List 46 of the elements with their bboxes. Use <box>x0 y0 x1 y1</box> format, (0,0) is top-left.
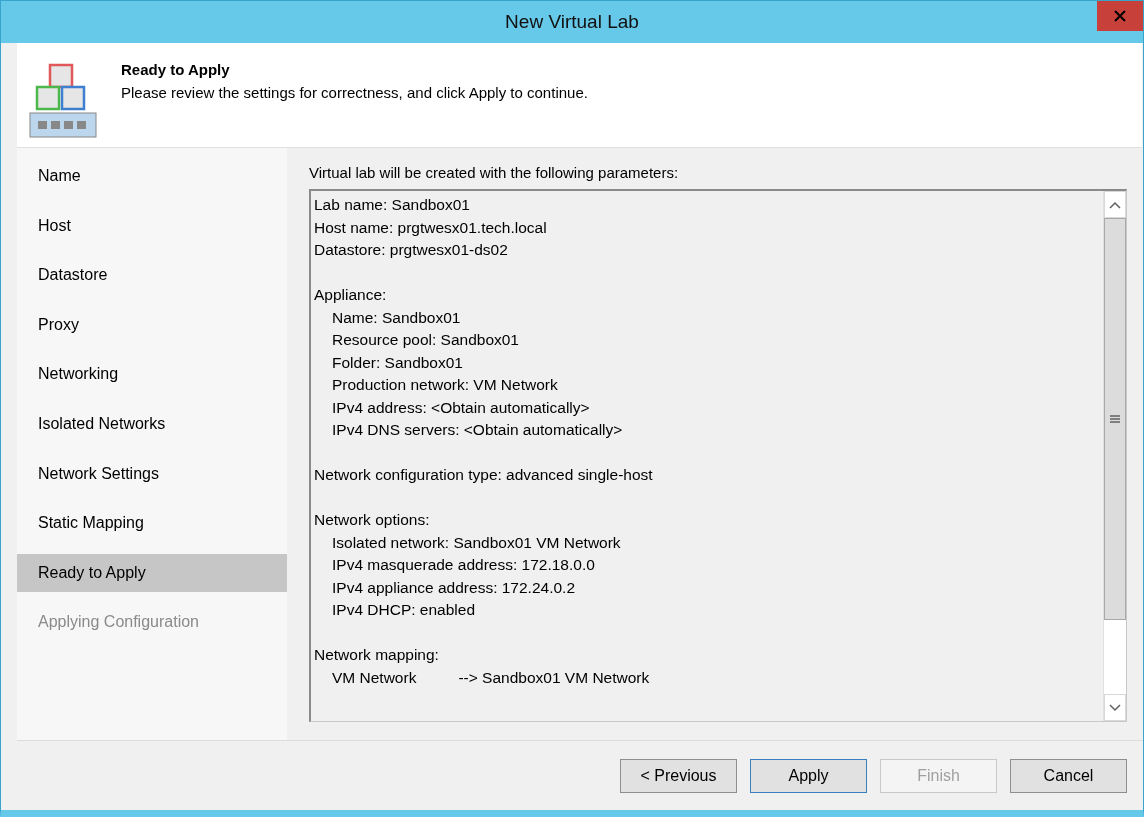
chevron-up-icon <box>1109 200 1121 209</box>
summary-line: Appliance: <box>314 285 387 305</box>
summary-line: Folder: Sandbox01 <box>332 352 463 373</box>
summary-line: Isolated network: Sandbox01 VM Network <box>332 532 621 553</box>
summary-line: Name: Sandbox01 <box>332 307 461 328</box>
vertical-scrollbar[interactable] <box>1103 191 1126 721</box>
step-item[interactable]: Datastore <box>17 256 287 295</box>
summary-line: Network options: <box>314 510 430 530</box>
dialog-button[interactable]: < Previous <box>620 758 737 793</box>
summary-line: Production network: VM Network <box>332 375 558 395</box>
summary-line: IPv4 address: <Obtain automatically> <box>332 397 590 418</box>
step-title: Ready to Apply <box>121 61 231 78</box>
blocks-icon <box>29 63 99 139</box>
scroll-up-button[interactable] <box>1104 191 1126 218</box>
scroll-down-button[interactable] <box>1104 694 1126 721</box>
summary-line: IPv4 DNS servers: <Obtain automatically> <box>332 420 623 440</box>
step-item[interactable]: Ready to Apply <box>17 553 287 592</box>
step-item[interactable]: Host <box>17 206 287 245</box>
step-item[interactable]: Network Settings <box>17 454 287 493</box>
summary-line: IPv4 DHCP: enabled <box>332 600 476 620</box>
summary-caption: Virtual lab will be created with the following parameters: <box>309 164 680 181</box>
summary-line: Network configuration type: advanced single-host <box>314 465 653 485</box>
summary-line: Resource pool: Sandbox01 <box>332 330 519 350</box>
grip-icon <box>1110 415 1120 423</box>
dialog-button[interactable]: Apply <box>750 758 867 793</box>
step-item[interactable]: Networking <box>17 355 287 394</box>
summary-text-box[interactable] <box>309 189 1127 722</box>
summary-line: Lab name: Sandbox01 <box>314 195 470 215</box>
summary-line: IPv4 appliance address: 172.24.0.2 <box>332 577 575 598</box>
step-item[interactable]: Isolated Networks <box>17 404 287 443</box>
step-description: Please review the settings for correctness, and click Apply to continue. <box>121 84 588 101</box>
step-item[interactable]: Proxy <box>17 305 287 344</box>
scroll-thumb[interactable] <box>1104 218 1126 620</box>
summary-line: Network mapping: <box>314 645 439 665</box>
mapping-target: --> Sandbox01 VM Network <box>458 667 650 688</box>
step-item[interactable]: Static Mapping <box>17 504 287 543</box>
window-title: New Virtual Lab <box>505 11 639 33</box>
step-item[interactable]: Name <box>17 157 287 195</box>
summary-line: Datastore: prgtwesx01-ds02 <box>314 240 508 260</box>
summary-line: Host name: prgtwesx01.tech.local <box>314 217 547 238</box>
close-icon <box>1114 10 1126 22</box>
chevron-down-icon <box>1109 703 1121 712</box>
summary-line: IPv4 masquerade address: 172.18.0.0 <box>332 555 595 575</box>
close-button[interactable] <box>1097 1 1143 31</box>
dialog-button[interactable]: Cancel <box>1010 758 1127 793</box>
mapping-source: VM Network <box>332 667 417 688</box>
